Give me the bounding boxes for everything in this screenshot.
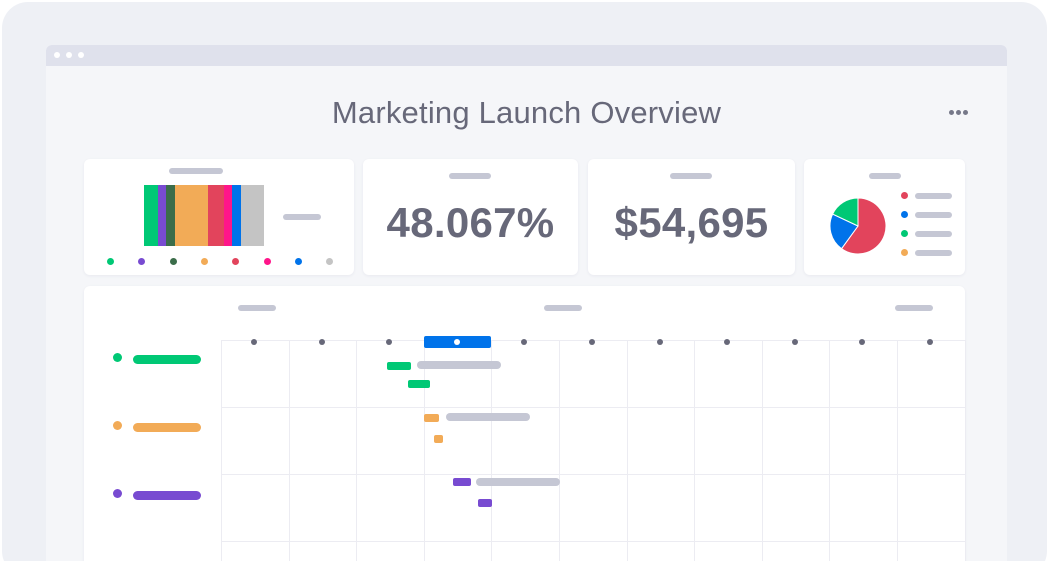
- pie-legend-dot: [901, 249, 908, 256]
- status-legend-dot: [200, 258, 208, 265]
- more-horizontal-icon: [949, 110, 954, 115]
- status-legend-dot: [294, 258, 302, 265]
- widget-title-placeholder: [169, 168, 223, 174]
- group-name-placeholder[interactable]: [133, 491, 201, 500]
- group-name-placeholder[interactable]: [133, 423, 201, 432]
- status-legend-dot: [169, 258, 177, 265]
- pie-legend-dot: [901, 192, 908, 199]
- status-segment: [174, 185, 208, 246]
- kpi-value: $54,695: [614, 199, 769, 246]
- timeline-column-line: [491, 340, 493, 561]
- timeline-column-line: [626, 340, 628, 561]
- kpi-widget-percent[interactable]: 48.067%: [363, 159, 578, 275]
- timeline-item-label-placeholder: [476, 478, 560, 486]
- status-widget[interactable]: [84, 159, 354, 275]
- dashboard: Marketing Launch Overview 48.067% $54,69…: [46, 66, 1007, 561]
- timeline-row-line: [221, 541, 965, 542]
- timeline-column-line: [964, 340, 966, 561]
- status-legend-dot: [232, 258, 240, 265]
- timeline-column-line: [288, 340, 290, 561]
- more-horizontal-icon: [956, 110, 961, 115]
- more-horizontal-icon: [963, 110, 968, 115]
- status-segment: [166, 185, 175, 246]
- timeline-item-label-placeholder: [417, 361, 501, 369]
- timeline-item-label-placeholder: [446, 413, 530, 421]
- status-segment: [232, 185, 241, 246]
- window-dot-icon: [78, 52, 84, 58]
- page-title: Marketing Launch Overview: [331, 95, 722, 130]
- group-color-dot: [113, 489, 122, 498]
- timeline-item-bar[interactable]: [408, 380, 430, 388]
- timeline-row-line: [221, 407, 965, 408]
- timeline-tick-dot: [724, 339, 731, 345]
- timeline-column-line: [761, 340, 763, 561]
- timeline-column-line: [221, 340, 222, 561]
- group-color-dot: [113, 421, 122, 430]
- pie-chart: [829, 197, 887, 255]
- status-legend-dot: [326, 258, 334, 265]
- timeline-item-bar[interactable]: [478, 499, 492, 507]
- window-dot-icon: [54, 52, 60, 58]
- status-segment: [207, 185, 224, 246]
- status-segment: [157, 185, 167, 246]
- pie-widget[interactable]: [804, 159, 965, 275]
- timeline-item-bar[interactable]: [387, 362, 411, 370]
- timeline-tick-dot: [386, 339, 393, 345]
- group-name-placeholder[interactable]: [133, 355, 201, 364]
- timeline-column-line: [559, 340, 560, 561]
- kpi-value: 48.067%: [386, 199, 555, 246]
- window-titlebar: [46, 45, 1007, 66]
- timeline-period-placeholder: [238, 305, 276, 311]
- widget-title-placeholder: [449, 173, 491, 179]
- widget-title-placeholder: [670, 173, 712, 179]
- status-segment: [144, 185, 158, 246]
- widget-title-placeholder: [869, 173, 901, 179]
- timeline-widget[interactable]: [84, 286, 966, 561]
- window-dot-icon: [66, 52, 72, 58]
- timeline-column-line: [356, 340, 358, 561]
- timeline-period-placeholder: [544, 305, 582, 311]
- timeline-tick-dot: [859, 339, 866, 345]
- pie-legend-label-placeholder: [915, 250, 952, 256]
- group-color-dot: [113, 353, 122, 362]
- timeline-item-bar[interactable]: [434, 435, 443, 443]
- stacked-bar-label-placeholder: [283, 214, 321, 220]
- status-legend-dot: [263, 258, 271, 265]
- timeline-tick-dot: [927, 339, 933, 345]
- pie-legend-label-placeholder: [915, 212, 952, 218]
- timeline-tick-dot: [656, 339, 663, 345]
- timeline-tick-dot: [318, 339, 325, 345]
- timeline-tick-dot: [251, 339, 257, 345]
- stacked-status-bar: [144, 185, 265, 246]
- more-options-button[interactable]: [949, 108, 975, 118]
- timeline-tick-dot: [791, 339, 798, 345]
- timeline-tick-dot: [589, 339, 595, 345]
- status-legend-dot: [107, 258, 114, 265]
- pie-legend-dot: [901, 230, 908, 237]
- timeline-tick-dot: [521, 339, 528, 345]
- today-dot: [453, 339, 460, 345]
- kpi-widget-amount[interactable]: $54,695: [588, 159, 795, 275]
- status-segment: [240, 185, 265, 246]
- pie-legend-label-placeholder: [915, 193, 952, 199]
- app-window: Marketing Launch Overview 48.067% $54,69…: [46, 45, 1007, 561]
- timeline-column-line: [423, 340, 425, 561]
- timeline-column-line: [694, 340, 696, 561]
- timeline-column-line: [829, 340, 831, 561]
- timeline-item-bar[interactable]: [424, 414, 439, 422]
- timeline-column-line: [897, 340, 898, 561]
- status-segment: [223, 185, 233, 246]
- timeline-row-line: [221, 474, 965, 475]
- pie-legend-label-placeholder: [915, 231, 952, 237]
- pie-legend-dot: [901, 211, 908, 218]
- timeline-item-bar[interactable]: [453, 478, 471, 486]
- timeline-period-placeholder: [895, 305, 933, 311]
- status-legend-dot: [138, 258, 146, 265]
